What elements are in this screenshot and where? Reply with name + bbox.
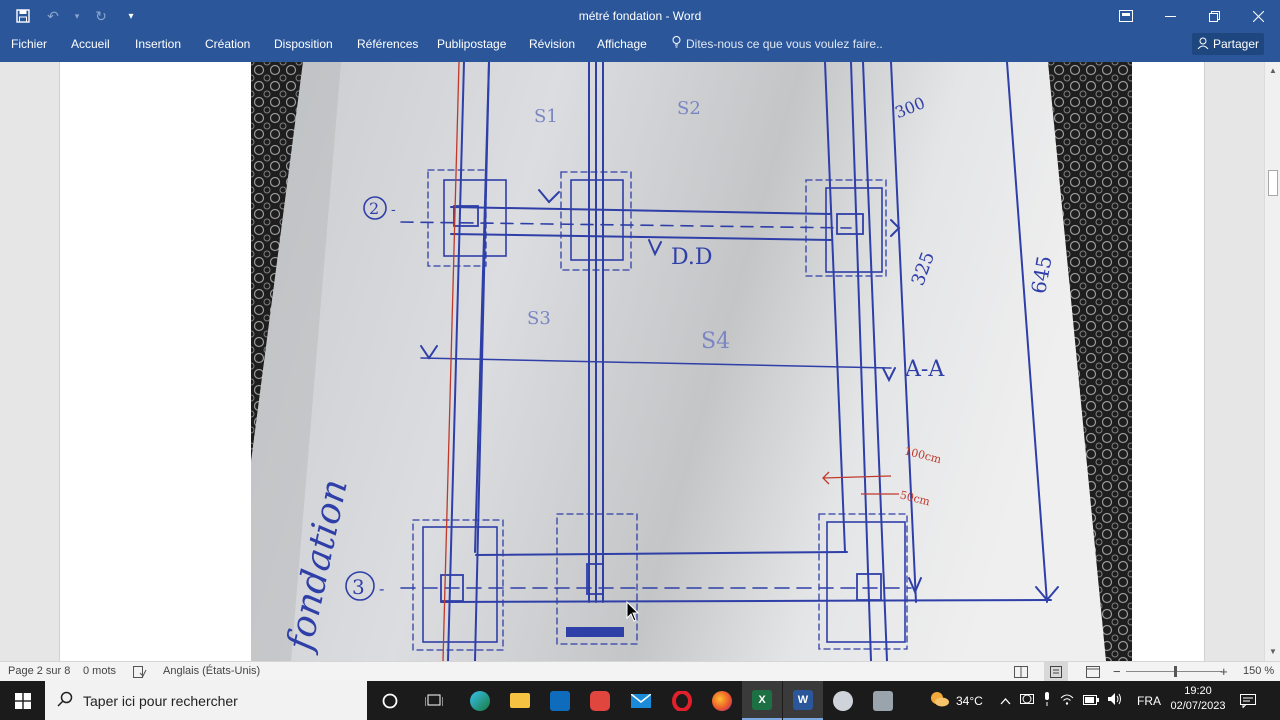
- restore-icon[interactable]: [1192, 0, 1236, 32]
- cortana-icon[interactable]: [370, 681, 410, 720]
- zoom-level[interactable]: 150 %: [1243, 662, 1274, 682]
- zoom-slider-thumb[interactable]: [1174, 666, 1177, 677]
- weather-widget[interactable]: 34°C: [928, 681, 983, 720]
- foundation-plan-photo[interactable]: 2 - 3 - S1 S2 S3 S4 D.D A-A 300 325 645 …: [251, 62, 1132, 661]
- redo-icon[interactable]: ↻: [88, 3, 114, 29]
- print-layout-icon[interactable]: [1044, 662, 1068, 682]
- axis-label-3: 3: [352, 575, 365, 599]
- store-icon[interactable]: [540, 681, 580, 720]
- system-tray: [1000, 681, 1122, 720]
- microphone-icon[interactable]: [1043, 692, 1051, 709]
- task-view-icon[interactable]: [414, 681, 454, 720]
- word-icon[interactable]: W: [783, 681, 823, 720]
- vertical-scrollbar[interactable]: ▲ ▼: [1264, 62, 1280, 661]
- slab-label-s3: S3: [527, 308, 551, 329]
- mail-icon[interactable]: [621, 681, 661, 720]
- person-icon: [1197, 37, 1209, 52]
- undo-dropdown-icon[interactable]: ▾: [70, 3, 84, 29]
- scroll-thumb[interactable]: [1268, 170, 1278, 196]
- volume-icon[interactable]: [1108, 693, 1122, 708]
- clock[interactable]: 19:20 02/07/2023: [1166, 684, 1230, 714]
- clock-date: 02/07/2023: [1170, 700, 1226, 712]
- svg-text:-: -: [379, 579, 384, 598]
- ribbon-display-icon[interactable]: [1104, 0, 1148, 32]
- document-page[interactable]: 2 - 3 - S1 S2 S3 S4 D.D A-A 300 325 645 …: [59, 62, 1205, 661]
- chevron-up-icon[interactable]: [1000, 694, 1011, 708]
- section-label-dd: D.D: [671, 245, 713, 270]
- tab-references[interactable]: Références: [357, 32, 418, 62]
- word-count[interactable]: 0 mots: [83, 662, 116, 682]
- share-button[interactable]: Partager: [1192, 33, 1264, 55]
- tab-affichage[interactable]: Affichage: [597, 32, 647, 62]
- share-label: Partager: [1212, 37, 1260, 51]
- zoom-in-icon[interactable]: +: [1220, 662, 1228, 682]
- slab-label-s4: S4: [701, 329, 730, 354]
- tab-revision[interactable]: Révision: [529, 32, 575, 62]
- section-label-aa: A-A: [904, 357, 945, 382]
- notification-icon[interactable]: [1240, 681, 1256, 720]
- tab-fichier[interactable]: Fichier: [11, 32, 47, 62]
- edge-icon[interactable]: [460, 681, 500, 720]
- scroll-up-icon[interactable]: ▲: [1265, 64, 1280, 78]
- opera-icon[interactable]: [662, 681, 702, 720]
- tell-me-box[interactable]: Dites-nous ce que vous voulez faire..: [672, 32, 883, 62]
- tab-disposition[interactable]: Disposition: [274, 32, 333, 62]
- quick-access-toolbar: ↶ ▾ ↻ ▾: [10, 0, 144, 32]
- document-area[interactable]: 2 - 3 - S1 S2 S3 S4 D.D A-A 300 325 645 …: [0, 62, 1264, 661]
- tab-creation[interactable]: Création: [205, 32, 250, 62]
- page-count[interactable]: Page 2 sur 8: [8, 662, 70, 682]
- camera-icon[interactable]: [1020, 693, 1034, 708]
- window-controls: [1104, 0, 1280, 32]
- web-layout-icon[interactable]: [1086, 662, 1100, 682]
- axis-label-2: 2: [369, 199, 379, 218]
- title-bar: ↶ ▾ ↻ ▾ métré fondation - Word: [0, 0, 1280, 32]
- status-bar: Page 2 sur 8 0 mots Anglais (États-Unis)…: [0, 661, 1280, 682]
- weather-icon: [928, 690, 950, 711]
- search-icon: [57, 691, 73, 711]
- save-icon[interactable]: [10, 3, 36, 29]
- svg-text:-: -: [391, 202, 396, 218]
- customize-qat-icon[interactable]: ▾: [118, 3, 144, 29]
- clock-time: 19:20: [1184, 685, 1212, 697]
- zoom-out-icon[interactable]: −: [1113, 662, 1121, 682]
- lightbulb-icon: [672, 32, 681, 56]
- windows-taskbar: Taper ici pour rechercher X W 34°C FRA 1…: [0, 681, 1280, 720]
- opera-gx-icon[interactable]: [580, 681, 620, 720]
- weather-temp: 34°C: [956, 693, 983, 708]
- app-icon-2[interactable]: [863, 681, 903, 720]
- file-explorer-icon[interactable]: [500, 681, 540, 720]
- minimize-icon[interactable]: [1148, 0, 1192, 32]
- tab-accueil[interactable]: Accueil: [71, 32, 110, 62]
- scroll-down-icon[interactable]: ▼: [1265, 645, 1280, 659]
- windows-start-icon[interactable]: [0, 681, 45, 720]
- app-icon[interactable]: [823, 681, 863, 720]
- firefox-icon[interactable]: [702, 681, 742, 720]
- paper-sheet: [251, 62, 1106, 661]
- ribbon-tabs: Fichier Accueil Insertion Création Dispo…: [0, 32, 1280, 62]
- slab-label-s2: S2: [677, 98, 701, 119]
- close-icon[interactable]: [1236, 0, 1280, 32]
- undo-icon[interactable]: ↶: [40, 3, 66, 29]
- search-placeholder: Taper ici pour rechercher: [83, 692, 238, 709]
- battery-icon[interactable]: [1083, 694, 1099, 708]
- wifi-icon[interactable]: [1060, 693, 1074, 708]
- excel-icon[interactable]: X: [742, 681, 782, 720]
- input-language[interactable]: FRA: [1137, 681, 1161, 720]
- language-status[interactable]: Anglais (États-Unis): [163, 662, 260, 682]
- tab-publipostage[interactable]: Publipostage: [437, 32, 506, 62]
- document-title: métré fondation - Word: [578, 9, 702, 23]
- proofing-icon[interactable]: [133, 662, 147, 682]
- tab-insertion[interactable]: Insertion: [135, 32, 181, 62]
- tell-me-text: Dites-nous ce que vous voulez faire..: [686, 37, 883, 51]
- read-mode-icon[interactable]: [1014, 662, 1028, 682]
- slab-label-s1: S1: [534, 106, 558, 127]
- taskbar-search[interactable]: Taper ici pour rechercher: [45, 681, 367, 720]
